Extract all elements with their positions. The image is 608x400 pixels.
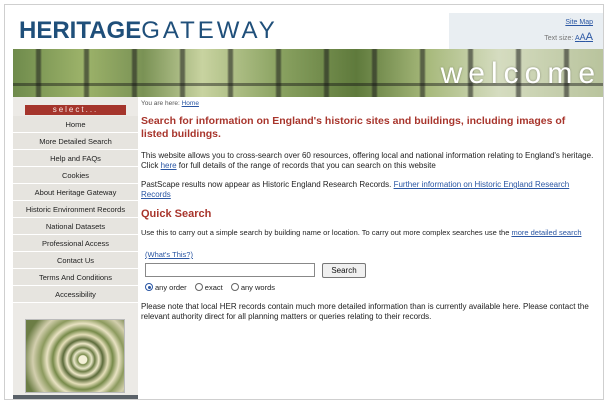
radio-any-words[interactable] — [230, 283, 239, 291]
sidebar-item-more-detailed-search[interactable]: More Detailed Search — [13, 133, 138, 150]
sidebar-item-contact-us[interactable]: Contact Us — [13, 252, 138, 269]
breadcrumb-prefix: You are here: — [141, 100, 180, 107]
radio-exact[interactable] — [194, 283, 203, 291]
text-size-large[interactable]: A — [586, 31, 593, 43]
text-size-label: Text size: — [544, 35, 574, 42]
pastscape-paragraph: PastScape results now appear as Historic… — [141, 180, 596, 200]
page-frame: HERITAGEGATEWAY Site Map Text size: AAA … — [4, 4, 604, 400]
search-input[interactable] — [145, 263, 315, 277]
text-size-control: Text size: AAA — [544, 31, 593, 43]
radio-any-order[interactable] — [145, 283, 153, 291]
spiral-staircase-image — [25, 319, 125, 393]
radio-any-order-label[interactable]: any order — [155, 283, 187, 292]
sidebar-item-about[interactable]: About Heritage Gateway — [13, 184, 138, 201]
logo-heritage: HERITAGE — [19, 17, 142, 44]
intro-text-after: for full details of the range of records… — [176, 161, 436, 170]
sidebar-item-cookies[interactable]: Cookies — [13, 167, 138, 184]
quick-search-description: Use this to carry out a simple search by… — [141, 228, 596, 238]
breadcrumb-home-link[interactable]: Home — [182, 100, 199, 107]
logo-gateway: GATEWAY — [141, 17, 278, 44]
header-tools: Site Map Text size: AAA — [449, 13, 603, 49]
sidebar-item-terms[interactable]: Terms And Conditions — [13, 269, 138, 286]
welcome-banner: welcome — [13, 49, 603, 97]
sidebar-item-professional-access[interactable]: Professional Access — [13, 235, 138, 252]
sidebar-item-home[interactable]: Home — [13, 116, 138, 133]
sidebar: select... Home More Detailed Search Help… — [13, 97, 138, 399]
site-logo[interactable]: HERITAGEGATEWAY — [19, 17, 278, 45]
quick-search-desc-text: Use this to carry out a simple search by… — [141, 228, 512, 237]
pastscape-text: PastScape results now appear as Historic… — [141, 180, 394, 189]
sidebar-item-accessibility[interactable]: Accessibility — [13, 286, 138, 303]
search-row: Search — [145, 263, 601, 279]
sidebar-nav: Home More Detailed Search Help and FAQs … — [13, 116, 138, 303]
breadcrumb: You are here: Home — [141, 99, 601, 109]
whats-this-link[interactable]: (What's This?) — [145, 250, 193, 259]
main-content: You are here: Home Search for informatio… — [141, 99, 601, 399]
sidebar-item-her[interactable]: Historic Environment Records — [13, 201, 138, 218]
sidebar-item-help-faqs[interactable]: Help and FAQs — [13, 150, 138, 167]
site-map-link[interactable]: Site Map — [565, 19, 593, 26]
welcome-text: welcome — [440, 57, 601, 90]
radio-exact-label[interactable]: exact — [205, 283, 223, 292]
radio-any-words-label[interactable]: any words — [241, 283, 275, 292]
sidebar-footer-bar — [13, 395, 138, 399]
her-note: Please note that local HER records conta… — [141, 302, 589, 321]
page-headline: Search for information on England's hist… — [141, 115, 566, 140]
sidebar-header: select... — [25, 105, 126, 115]
search-button[interactable]: Search — [322, 263, 366, 278]
more-detailed-search-link[interactable]: more detailed search — [511, 228, 581, 237]
sidebar-item-national-datasets[interactable]: National Datasets — [13, 218, 138, 235]
search-mode-options: any order exact any words — [145, 282, 601, 294]
intro-here-link[interactable]: here — [161, 161, 177, 170]
header: HERITAGEGATEWAY Site Map Text size: AAA — [5, 5, 603, 49]
intro-paragraph: This website allows you to cross-search … — [141, 151, 596, 171]
quick-search-title: Quick Search — [141, 208, 212, 220]
